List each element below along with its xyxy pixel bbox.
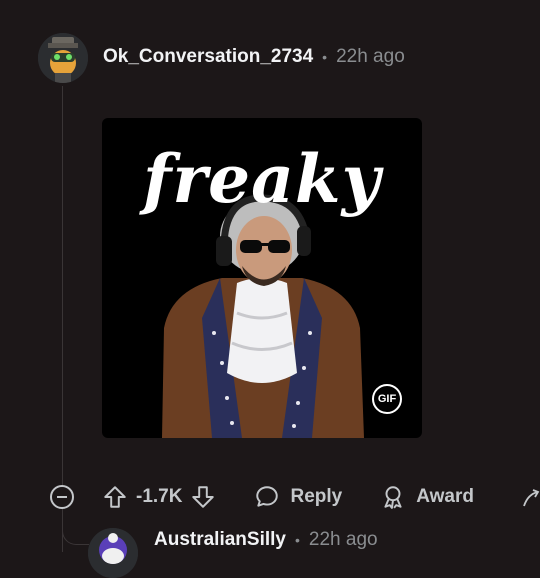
award-icon [384, 486, 402, 509]
avatar[interactable] [38, 33, 88, 83]
share-icon[interactable] [522, 488, 540, 508]
award-button[interactable]: Award [380, 484, 474, 510]
separator-dot: • [295, 532, 300, 548]
award-label: Award [416, 486, 474, 507]
comment-header: Ok_Conversation_2734 • 22h ago [103, 46, 405, 68]
collapse-icon[interactable] [50, 485, 74, 509]
comment-actions: -1.7K Reply Award [50, 482, 474, 512]
upvote-icon[interactable] [102, 484, 128, 510]
snoo-avatar-icon [38, 33, 88, 83]
gif-caption: freaky [143, 140, 381, 218]
gif-media[interactable]: freaky GIF [102, 118, 422, 438]
separator-dot: • [322, 49, 328, 65]
thread-connector [62, 520, 89, 545]
snoo-avatar-icon [88, 528, 138, 578]
reply-button[interactable]: Reply [254, 484, 342, 510]
reply-username[interactable]: AustralianSilly [154, 529, 286, 551]
vote-count: -1.7K [136, 486, 183, 507]
thread-line [62, 86, 63, 486]
gif-badge: GIF [372, 384, 402, 414]
username[interactable]: Ok_Conversation_2734 [103, 46, 313, 68]
timestamp[interactable]: 22h ago [336, 46, 405, 68]
reply-avatar[interactable] [88, 528, 138, 578]
reply-label: Reply [290, 486, 343, 507]
reply-header: AustralianSilly • 22h ago [154, 529, 378, 551]
reply-icon [256, 486, 279, 507]
reply-timestamp[interactable]: 22h ago [309, 529, 378, 551]
downvote-icon[interactable] [190, 484, 216, 510]
